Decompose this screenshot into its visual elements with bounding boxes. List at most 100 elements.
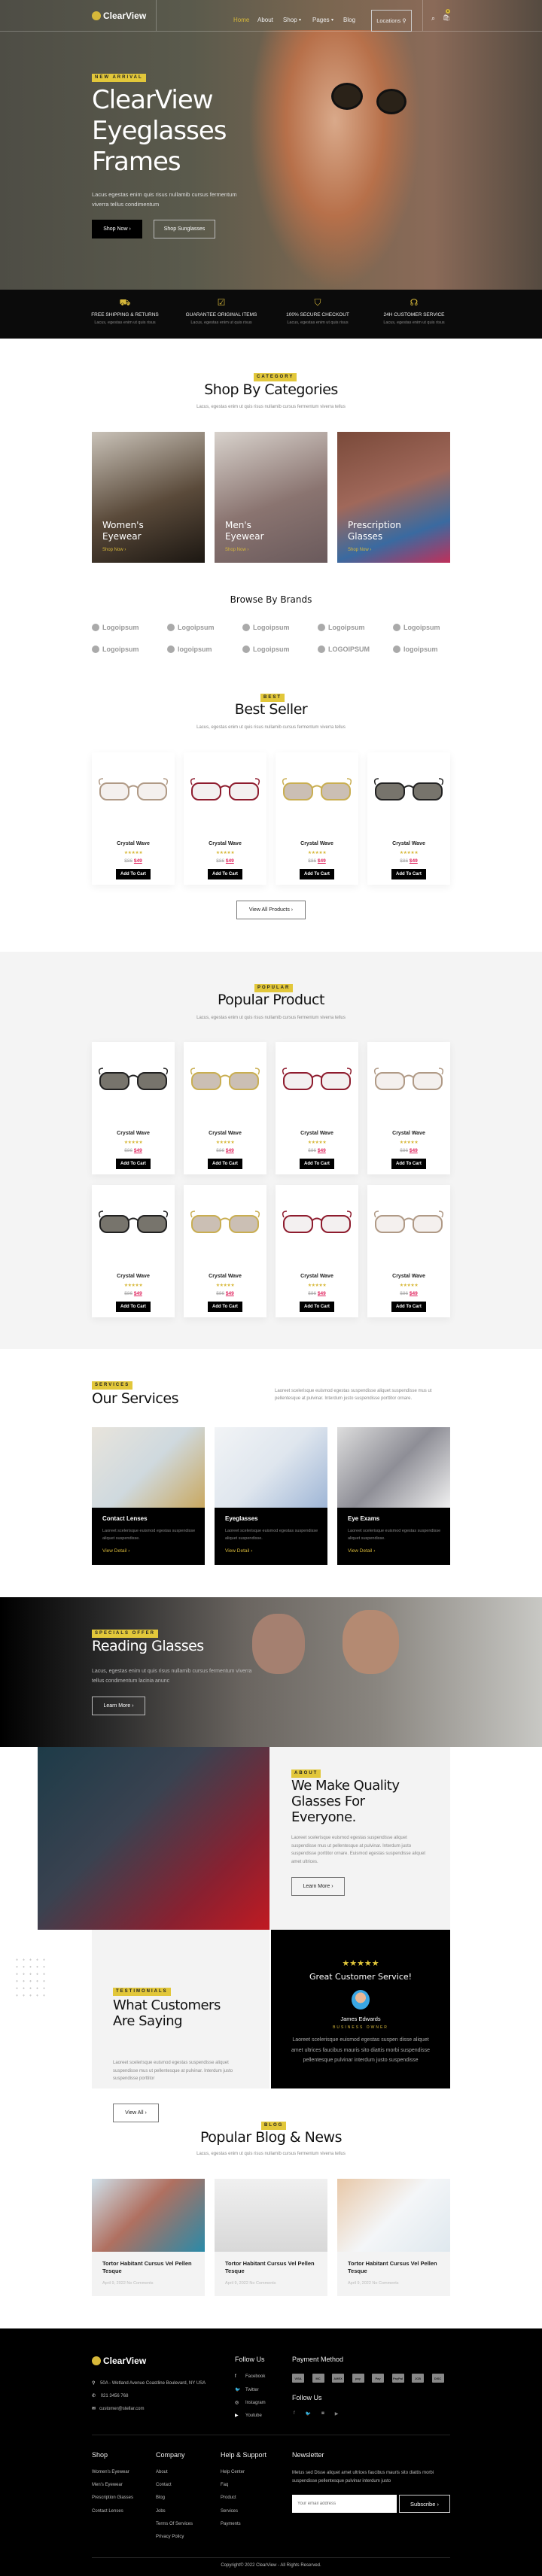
learn-more-button[interactable]: Learn More ›	[92, 1697, 145, 1715]
footer-link[interactable]: About	[156, 2470, 168, 2474]
product-name[interactable]: Crystal Wave	[92, 841, 175, 846]
subscribe-button[interactable]: Subscribe ›	[399, 2495, 450, 2513]
view-detail-link[interactable]: View Detail ›	[102, 1548, 129, 1554]
brand-logo[interactable]: Logoipsum	[167, 624, 215, 631]
footer-link[interactable]: Jobs	[156, 2509, 166, 2514]
product-name[interactable]: Crystal Wave	[276, 1131, 358, 1136]
product-card[interactable]: Crystal Wave ★★★★★ $86 $49 Add To Cart	[276, 1185, 358, 1317]
search-icon[interactable]: ⌕	[431, 14, 435, 23]
locations-button[interactable]: Locations ⚲	[371, 10, 412, 32]
brand-logo[interactable]: Logoipsum	[92, 646, 139, 653]
add-to-cart-button[interactable]: Add To Cart	[208, 1159, 242, 1169]
footer-link[interactable]: Prescription Glasses	[92, 2496, 133, 2500]
view-all-products-button[interactable]: View All Products ›	[236, 901, 306, 919]
brand-logo[interactable]: Logoipsum	[242, 646, 290, 653]
footer-link[interactable]: Men's Eyewear	[92, 2483, 123, 2487]
phone[interactable]: 021 3456 768	[101, 2394, 129, 2398]
blog-title[interactable]: Tortor Habitant Cursus Vel Pellen Tesque	[102, 2260, 196, 2275]
product-card[interactable]: Crystal Wave ★★★★★ $86 $49 Add To Cart	[184, 1185, 266, 1317]
product-card[interactable]: Crystal Wave ★★★★★ $86 $49 Add To Cart	[367, 752, 450, 885]
social-link[interactable]: ▶ Youtube	[235, 2413, 262, 2418]
brand-logo[interactable]: Logoipsum	[242, 624, 290, 631]
footer-link[interactable]: Contact	[156, 2483, 172, 2487]
youtube-icon[interactable]: ▶	[335, 2411, 339, 2417]
add-to-cart-button[interactable]: Add To Cart	[300, 1302, 334, 1312]
nav-shop[interactable]: Shop	[283, 17, 297, 23]
footer-link[interactable]: Payments	[221, 2522, 241, 2526]
shop-now-link[interactable]: Shop Now ›	[225, 548, 248, 552]
view-detail-link[interactable]: View Detail ›	[348, 1548, 375, 1554]
product-card[interactable]: Crystal Wave ★★★★★ $86 $49 Add To Cart	[367, 1042, 450, 1174]
product-card[interactable]: Crystal Wave ★★★★★ $86 $49 Add To Cart	[367, 1185, 450, 1317]
product-card[interactable]: Crystal Wave ★★★★★ $86 $49 Add To Cart	[92, 1185, 175, 1317]
product-name[interactable]: Crystal Wave	[184, 1274, 266, 1279]
add-to-cart-button[interactable]: Add To Cart	[300, 869, 334, 879]
shop-sunglasses-button[interactable]: Shop Sunglasses	[154, 220, 215, 238]
blog-card[interactable]: Tortor Habitant Cursus Vel Pellen Tesque…	[92, 2179, 205, 2296]
shop-now-link[interactable]: Shop Now ›	[348, 548, 371, 552]
footer-link[interactable]: Privacy Policy	[156, 2535, 184, 2539]
blog-title[interactable]: Tortor Habitant Cursus Vel Pellen Tesque	[225, 2260, 319, 2275]
nav-blog[interactable]: Blog	[343, 17, 355, 23]
add-to-cart-button[interactable]: Add To Cart	[300, 1159, 334, 1169]
email[interactable]: customer@stellar.com	[99, 2407, 144, 2411]
add-to-cart-button[interactable]: Add To Cart	[391, 869, 426, 879]
social-link[interactable]: 🐦 Twitter	[235, 2387, 259, 2392]
product-card[interactable]: Crystal Wave ★★★★★ $86 $49 Add To Cart	[276, 1042, 358, 1174]
product-name[interactable]: Crystal Wave	[92, 1131, 175, 1136]
brand-logo[interactable]: logoipsum	[393, 646, 438, 653]
product-name[interactable]: Crystal Wave	[92, 1274, 175, 1279]
footer-link[interactable]: Product	[221, 2496, 236, 2500]
brand-logo[interactable]: Logoipsum	[92, 624, 139, 631]
product-name[interactable]: Crystal Wave	[367, 1131, 450, 1136]
product-card[interactable]: Crystal Wave ★★★★★ $86 $49 Add To Cart	[184, 1042, 266, 1174]
blog-card[interactable]: Tortor Habitant Cursus Vel Pellen Tesque…	[215, 2179, 327, 2296]
add-to-cart-button[interactable]: Add To Cart	[391, 1159, 426, 1169]
social-link[interactable]: ◎ Instagram	[235, 2400, 266, 2405]
about-learn-more-button[interactable]: Learn More ›	[291, 1877, 345, 1896]
footer-link[interactable]: Women's Eyewear	[92, 2470, 129, 2474]
shop-now-button[interactable]: Shop Now ›	[92, 220, 142, 238]
product-card[interactable]: Crystal Wave ★★★★★ $86 $49 Add To Cart	[184, 752, 266, 885]
category-card[interactable]: Women's Eyewear Shop Now ›	[92, 432, 205, 563]
footer-logo[interactable]: ClearView	[92, 2356, 146, 2366]
product-name[interactable]: Crystal Wave	[367, 841, 450, 846]
footer-link[interactable]: Contact Lenses	[92, 2509, 123, 2514]
category-card[interactable]: Prescription Glasses Shop Now ›	[337, 432, 450, 563]
product-name[interactable]: Crystal Wave	[184, 1131, 266, 1136]
instagram-icon[interactable]: ◙	[321, 2411, 324, 2417]
cart-icon[interactable]: 🛍	[443, 14, 450, 21]
brand-logo[interactable]: Logoipsum	[393, 624, 440, 631]
brand-logo[interactable]: logoipsum	[167, 646, 212, 653]
product-name[interactable]: Crystal Wave	[367, 1274, 450, 1279]
add-to-cart-button[interactable]: Add To Cart	[208, 869, 242, 879]
brand-logo[interactable]: LOGOIPSUM	[318, 646, 370, 653]
add-to-cart-button[interactable]: Add To Cart	[116, 869, 151, 879]
footer-link[interactable]: Faq	[221, 2483, 228, 2487]
footer-link[interactable]: Help Center	[221, 2470, 245, 2474]
logo[interactable]: ClearView	[92, 11, 146, 21]
product-card[interactable]: Crystal Wave ★★★★★ $86 $49 Add To Cart	[92, 752, 175, 885]
view-detail-link[interactable]: View Detail ›	[225, 1548, 252, 1554]
footer-link[interactable]: Services	[221, 2509, 238, 2514]
nav-pages[interactable]: Pages	[312, 17, 330, 23]
product-name[interactable]: Crystal Wave	[276, 841, 358, 846]
nav-about[interactable]: About	[257, 17, 273, 23]
add-to-cart-button[interactable]: Add To Cart	[116, 1159, 151, 1169]
twitter-icon[interactable]: 🐦	[306, 2411, 311, 2417]
shop-now-link[interactable]: Shop Now ›	[102, 548, 126, 552]
footer-link[interactable]: Blog	[156, 2496, 165, 2500]
newsletter-email-input[interactable]	[292, 2495, 397, 2513]
blog-title[interactable]: Tortor Habitant Cursus Vel Pellen Tesque	[348, 2260, 442, 2275]
nav-home[interactable]: Home	[233, 17, 249, 23]
product-name[interactable]: Crystal Wave	[276, 1274, 358, 1279]
blog-card[interactable]: Tortor Habitant Cursus Vel Pellen Tesque…	[337, 2179, 450, 2296]
product-name[interactable]: Crystal Wave	[184, 841, 266, 846]
view-all-button[interactable]: View All ›	[113, 2104, 159, 2122]
add-to-cart-button[interactable]: Add To Cart	[208, 1302, 242, 1312]
product-card[interactable]: Crystal Wave ★★★★★ $86 $49 Add To Cart	[276, 752, 358, 885]
facebook-icon[interactable]: f	[294, 2411, 295, 2417]
brand-logo[interactable]: Logoipsum	[318, 624, 365, 631]
product-card[interactable]: Crystal Wave ★★★★★ $86 $49 Add To Cart	[92, 1042, 175, 1174]
footer-link[interactable]: Terms Of Services	[156, 2522, 193, 2526]
